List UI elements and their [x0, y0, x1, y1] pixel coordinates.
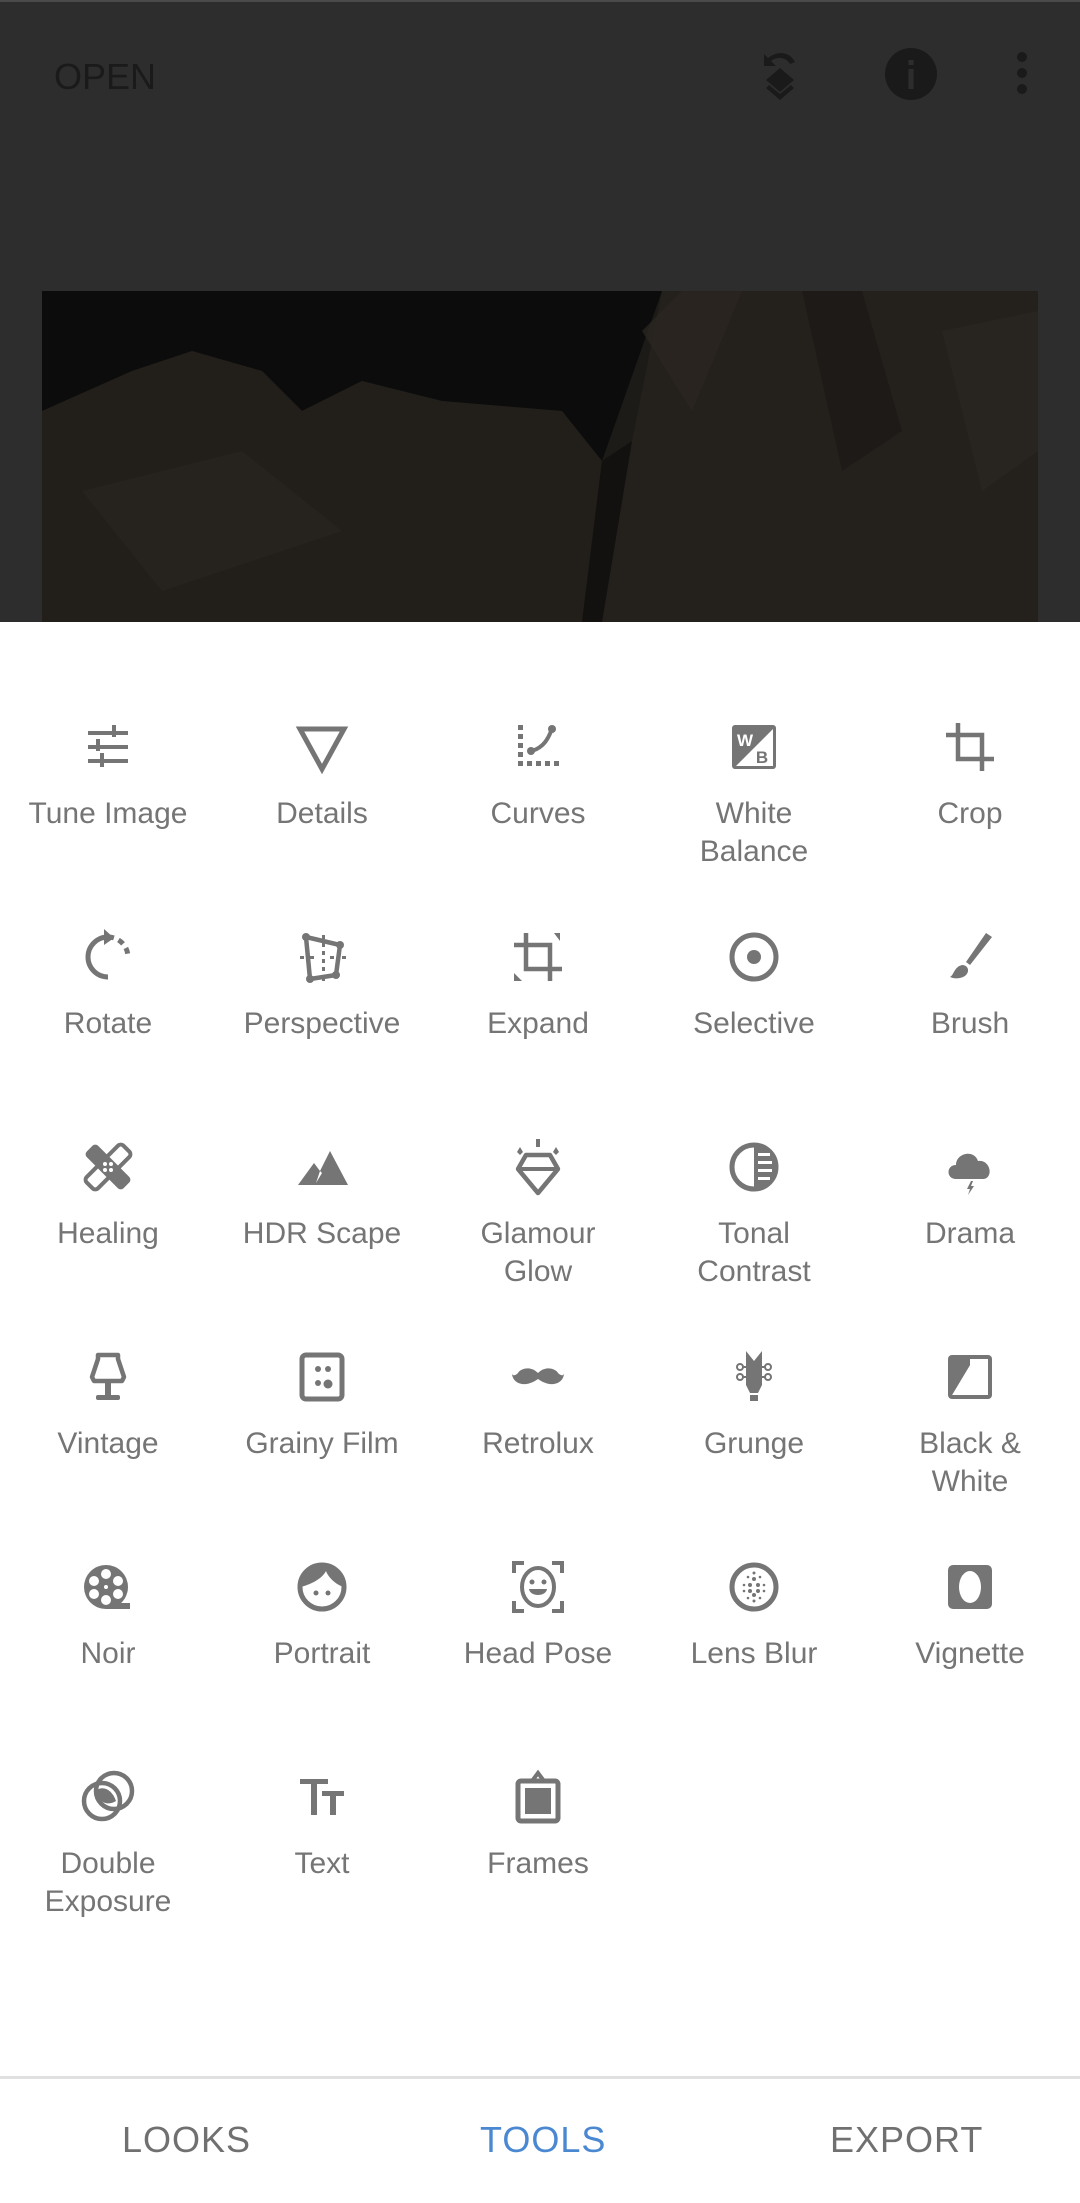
diamond-icon	[508, 1137, 568, 1197]
lens-blur-icon	[724, 1557, 784, 1617]
tool-label: Frames	[487, 1847, 589, 1880]
tune-icon	[78, 717, 138, 777]
tool-label: Vintage	[57, 1427, 159, 1460]
tool-grunge[interactable]: Grunge	[646, 1252, 862, 1462]
crop-icon	[940, 717, 1000, 777]
tool-black-white[interactable]: Black & White	[862, 1252, 1078, 1498]
tool-tonal-contrast[interactable]: Tonal Contrast	[646, 1042, 862, 1288]
tool-label: Perspective	[243, 1007, 401, 1040]
tool-white-balance[interactable]: W B White Balance	[646, 622, 862, 868]
tool-frames[interactable]: Frames	[430, 1672, 646, 1882]
info-icon[interactable]	[881, 44, 941, 104]
tool-label: Brush	[930, 1007, 1010, 1040]
bottom-nav: LOOKS TOOLS EXPORT	[0, 2079, 1080, 2203]
tool-double-exposure[interactable]: Double Exposure	[0, 1672, 216, 1918]
tool-label: Lens Blur	[690, 1637, 818, 1670]
perspective-icon	[292, 927, 352, 987]
tool-crop[interactable]: Crop	[862, 622, 1078, 832]
face-detect-icon	[508, 1557, 568, 1617]
selective-icon	[724, 927, 784, 987]
vignette-icon	[940, 1557, 1000, 1617]
text-icon	[292, 1767, 352, 1827]
tool-curves[interactable]: Curves	[430, 622, 646, 832]
tool-hdr-scape[interactable]: HDR Scape	[214, 1042, 430, 1252]
grain-icon	[292, 1347, 352, 1407]
tool-expand[interactable]: Expand	[430, 832, 646, 1042]
tool-text[interactable]: Text	[214, 1672, 430, 1882]
status-line	[0, 0, 1080, 2]
tool-label: Curves	[490, 797, 586, 830]
tool-label: Vignette	[915, 1637, 1025, 1670]
tool-label: Grunge	[703, 1427, 805, 1460]
storm-cloud-icon	[940, 1137, 1000, 1197]
tool-healing[interactable]: Healing	[0, 1042, 216, 1252]
tool-label: Rotate	[63, 1007, 153, 1040]
rotate-icon	[78, 927, 138, 987]
tool-retrolux[interactable]: Retrolux	[430, 1252, 646, 1462]
open-button[interactable]: OPEN	[54, 52, 156, 102]
tools-grid: Tune Image Details Curves W B White Balanc…	[0, 622, 1080, 2077]
tool-label: HDR Scape	[242, 1217, 402, 1250]
curves-icon	[508, 717, 568, 777]
tool-label: Drama	[924, 1217, 1015, 1250]
svg-text:B: B	[756, 748, 768, 767]
tonal-contrast-icon	[724, 1137, 784, 1197]
tool-details[interactable]: Details	[214, 622, 430, 832]
photo-preview	[42, 291, 1038, 622]
tool-label: Tune Image	[28, 797, 188, 830]
tool-label: Grainy Film	[245, 1427, 399, 1460]
tool-label: Selective	[693, 1007, 815, 1040]
tool-tune-image[interactable]: Tune Image	[0, 622, 216, 832]
editor-overlay[interactable]: OPEN	[0, 0, 1080, 622]
guitar-head-icon	[724, 1347, 784, 1407]
tool-selective[interactable]: Selective	[646, 832, 862, 1042]
tool-rotate[interactable]: Rotate	[0, 832, 216, 1042]
tool-label: Details	[276, 797, 368, 830]
tool-portrait[interactable]: Portrait	[214, 1462, 430, 1672]
film-reel-icon	[78, 1557, 138, 1617]
tool-perspective[interactable]: Perspective	[214, 832, 430, 1042]
lamp-icon	[78, 1347, 138, 1407]
tool-label: Crop	[937, 797, 1003, 830]
face-icon	[292, 1557, 352, 1617]
tool-label: Head Pose	[463, 1637, 613, 1670]
tool-drama[interactable]: Drama	[862, 1042, 1078, 1252]
svg-text:W: W	[737, 731, 754, 750]
tool-grainy-film[interactable]: Grainy Film	[214, 1252, 430, 1462]
tool-brush[interactable]: Brush	[862, 832, 1078, 1042]
tool-lens-blur[interactable]: Lens Blur	[646, 1462, 862, 1672]
tab-tools[interactable]: TOOLS	[480, 2115, 606, 2165]
healing-bandage-icon	[78, 1137, 138, 1197]
expand-icon	[508, 927, 568, 987]
brush-icon	[940, 927, 1000, 987]
details-triangle-icon	[292, 717, 352, 777]
tool-head-pose[interactable]: Head Pose	[430, 1462, 646, 1672]
tab-export[interactable]: EXPORT	[830, 2115, 983, 2165]
more-vert-icon[interactable]	[1000, 44, 1060, 104]
tool-noir[interactable]: Noir	[0, 1462, 216, 1672]
tool-vintage[interactable]: Vintage	[0, 1252, 216, 1462]
white-balance-icon: W B	[724, 717, 784, 777]
tool-label: Healing	[57, 1217, 159, 1250]
frames-icon	[508, 1767, 568, 1827]
tool-label: Noir	[80, 1637, 136, 1670]
mountain-icon	[292, 1137, 352, 1197]
tool-label: Retrolux	[482, 1427, 594, 1460]
tool-label: Double Exposure	[44, 1847, 172, 1918]
tool-label: Text	[294, 1847, 350, 1880]
tool-label: Portrait	[273, 1637, 371, 1670]
tool-label: Expand	[487, 1007, 589, 1040]
tool-vignette[interactable]: Vignette	[862, 1462, 1078, 1672]
double-exposure-icon	[78, 1767, 138, 1827]
undo-layers-icon[interactable]	[750, 44, 810, 104]
tool-glamour-glow[interactable]: Glamour Glow	[430, 1042, 646, 1288]
black-white-icon	[940, 1347, 1000, 1407]
tab-looks[interactable]: LOOKS	[122, 2115, 251, 2165]
mustache-icon	[508, 1347, 568, 1407]
